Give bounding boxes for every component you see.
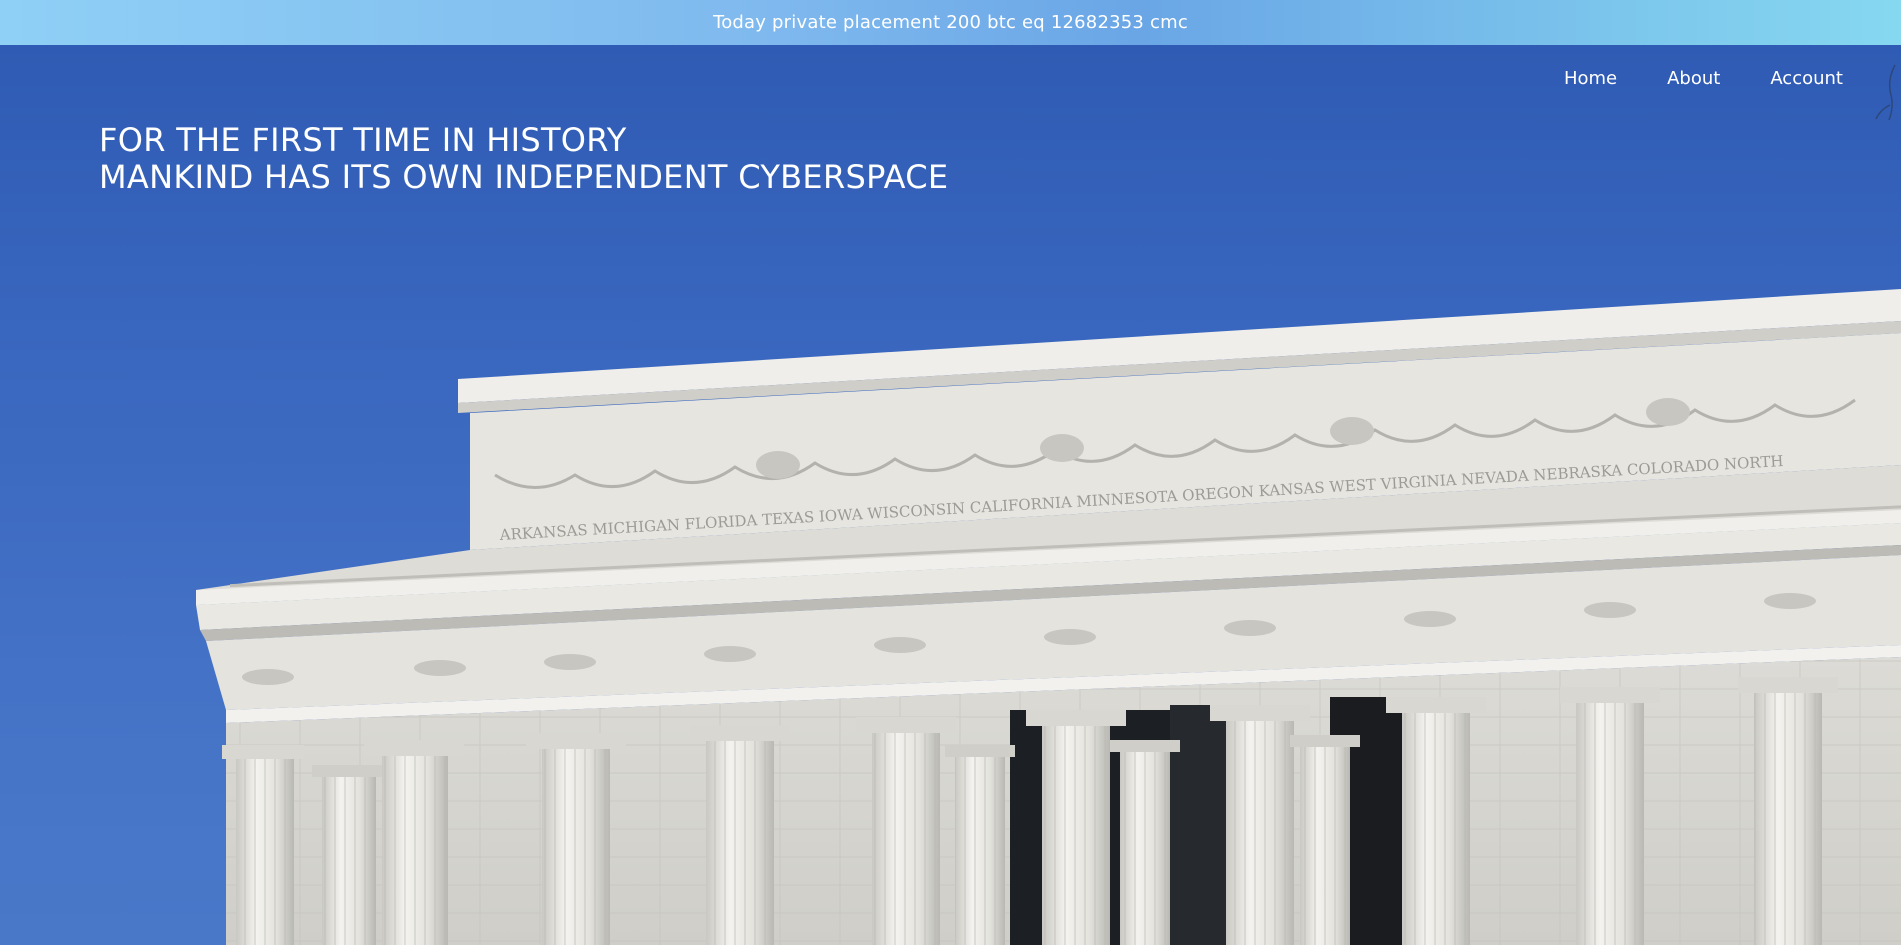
announcement-text: Today private placement 200 btc eq 12682… [713, 12, 1188, 33]
nav-home-link[interactable]: Home [1564, 68, 1617, 89]
main-nav: Home About Account [1564, 68, 1843, 89]
announcement-bar: Today private placement 200 btc eq 12682… [0, 0, 1901, 45]
nav-about-link[interactable]: About [1667, 68, 1720, 89]
page: Today private placement 200 btc eq 12682… [0, 0, 1901, 945]
nav-account-link[interactable]: Account [1770, 68, 1843, 89]
hero-headline: FOR THE FIRST TIME IN HISTORY MANKIND HA… [99, 122, 948, 196]
hero-headline-line1: FOR THE FIRST TIME IN HISTORY [99, 121, 627, 159]
hero-headline-line2: MANKIND HAS ITS OWN INDEPENDENT CYBERSPA… [99, 158, 949, 196]
